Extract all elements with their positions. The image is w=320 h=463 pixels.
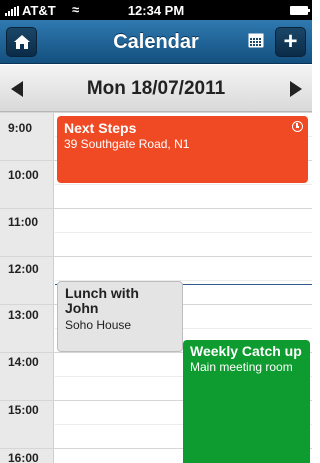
hour-label: 14:00 — [8, 355, 39, 369]
event-title: Next Steps — [64, 120, 137, 136]
hour-label: 16:00 — [8, 451, 39, 463]
hour-line — [0, 208, 312, 209]
hour-label: 10:00 — [8, 168, 39, 182]
event-location: Main meeting room — [190, 360, 293, 374]
event-weekly-catch-up[interactable]: Weekly Catch up Main meeting room — [183, 340, 310, 463]
hour-label: 12:00 — [8, 262, 39, 276]
event-lunch-with-john[interactable]: Lunch with John Soho House — [57, 281, 183, 352]
day-schedule[interactable]: 9:00 10:00 11:00 12:00 13:00 14:00 15:00… — [0, 112, 312, 463]
add-event-button[interactable]: + — [275, 27, 306, 57]
event-next-steps[interactable]: Next Steps 39 Southgate Road, N1 — [57, 116, 308, 183]
status-bar: AT&T ≈ 12:34 PM — [0, 0, 312, 20]
current-date: Mon 18/07/2011 — [86, 78, 226, 99]
hour-label: 15:00 — [8, 403, 39, 417]
hour-label: 13:00 — [8, 308, 39, 322]
status-time: 12:34 PM — [127, 3, 185, 18]
half-hour-line — [55, 232, 312, 233]
hour-line — [0, 112, 312, 113]
page-title: Calendar — [113, 31, 199, 53]
battery-icon — [290, 6, 310, 15]
next-day-arrow-icon[interactable] — [290, 81, 302, 97]
hour-label: 11:00 — [8, 215, 39, 229]
event-title: Lunch with John — [65, 285, 139, 316]
half-hour-line — [55, 184, 312, 185]
hour-line — [0, 256, 312, 257]
alarm-clock-icon — [292, 121, 303, 132]
title-bar: Calendar + — [0, 20, 312, 64]
date-navigation-bar: Mon 18/07/2011 — [0, 65, 312, 112]
calendar-grid-icon[interactable] — [248, 32, 264, 48]
event-title: Weekly Catch up — [190, 343, 302, 359]
hour-label: 9:00 — [8, 121, 33, 135]
event-location: Soho House — [65, 318, 132, 332]
event-location: 39 Southgate Road, N1 — [64, 137, 190, 151]
